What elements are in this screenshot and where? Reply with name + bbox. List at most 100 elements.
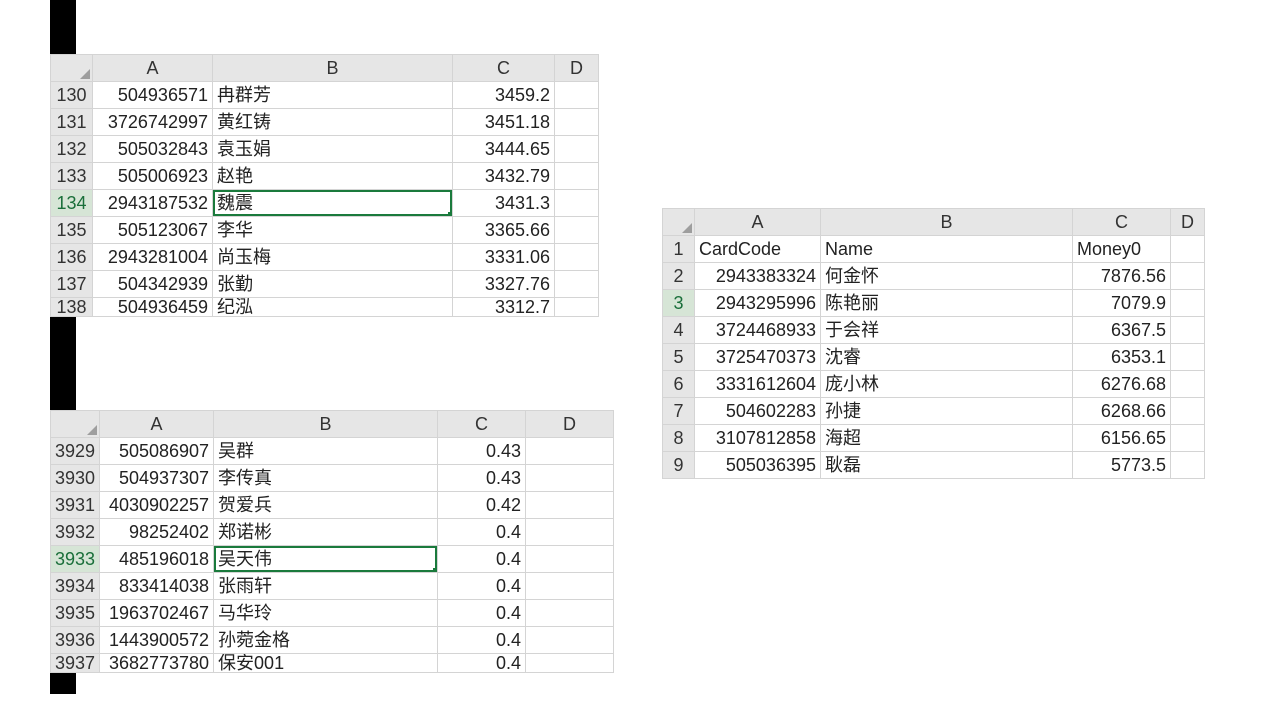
- table-row[interactable]: 9505036395耿磊5773.5: [663, 452, 1205, 479]
- cell-C[interactable]: 6353.1: [1073, 344, 1171, 371]
- cell-D[interactable]: [526, 573, 614, 600]
- cell-C[interactable]: 6156.65: [1073, 425, 1171, 452]
- col-header-D[interactable]: D: [555, 55, 599, 82]
- cell-C[interactable]: 3365.66: [453, 217, 555, 244]
- cell-A[interactable]: 504342939: [93, 271, 213, 298]
- cell-B[interactable]: 张勤: [213, 271, 453, 298]
- cell-A[interactable]: 505086907: [100, 438, 214, 465]
- cell-D[interactable]: [526, 438, 614, 465]
- cell-C[interactable]: 0.43: [438, 438, 526, 465]
- cell-B[interactable]: 魏震: [213, 190, 453, 217]
- table-row[interactable]: 63331612604庞小林6276.68: [663, 371, 1205, 398]
- cell-D[interactable]: [555, 217, 599, 244]
- row-header[interactable]: 136: [51, 244, 93, 271]
- cell-A[interactable]: 3726742997: [93, 109, 213, 136]
- column-header-row[interactable]: A B C D: [51, 411, 614, 438]
- table-row[interactable]: 135505123067李华3365.66: [51, 217, 599, 244]
- cell-A[interactable]: 2943281004: [93, 244, 213, 271]
- cell-A[interactable]: 505006923: [93, 163, 213, 190]
- table-row[interactable]: 83107812858海超6156.65: [663, 425, 1205, 452]
- col-header-A[interactable]: A: [93, 55, 213, 82]
- col-header-A[interactable]: A: [100, 411, 214, 438]
- cell-C[interactable]: 3444.65: [453, 136, 555, 163]
- row-header[interactable]: 135: [51, 217, 93, 244]
- row-header[interactable]: 137: [51, 271, 93, 298]
- cell-D[interactable]: [1171, 236, 1205, 263]
- cell-B[interactable]: 于会祥: [821, 317, 1073, 344]
- col-header-B[interactable]: B: [821, 209, 1073, 236]
- table-row[interactable]: 32943295996陈艳丽7079.9: [663, 290, 1205, 317]
- cell-B[interactable]: 冉群芳: [213, 82, 453, 109]
- table-row[interactable]: 133505006923赵艳3432.79: [51, 163, 599, 190]
- spreadsheet-3[interactable]: A B C D 1CardCodeNameMoney022943383324何金…: [662, 208, 1205, 479]
- cell-D[interactable]: [1171, 317, 1205, 344]
- cell-A[interactable]: 3724468933: [695, 317, 821, 344]
- cell-C[interactable]: 0.4: [438, 654, 526, 673]
- column-header-row[interactable]: A B C D: [663, 209, 1205, 236]
- table-row[interactable]: 137504342939张勤3327.76: [51, 271, 599, 298]
- cell-B[interactable]: 耿磊: [821, 452, 1073, 479]
- table-row[interactable]: 132505032843袁玉娟3444.65: [51, 136, 599, 163]
- select-all-corner[interactable]: [663, 209, 695, 236]
- row-header[interactable]: 132: [51, 136, 93, 163]
- col-header-B[interactable]: B: [214, 411, 438, 438]
- cell-B[interactable]: Name: [821, 236, 1073, 263]
- row-header[interactable]: 3935: [51, 600, 100, 627]
- cell-C[interactable]: 0.43: [438, 465, 526, 492]
- cell-B[interactable]: 何金怀: [821, 263, 1073, 290]
- table-row[interactable]: 1CardCodeNameMoney0: [663, 236, 1205, 263]
- row-header[interactable]: 130: [51, 82, 93, 109]
- column-header-row[interactable]: A B C D: [51, 55, 599, 82]
- cell-B[interactable]: 郑诺彬: [214, 519, 438, 546]
- cell-A[interactable]: 504937307: [100, 465, 214, 492]
- row-header[interactable]: 3936: [51, 627, 100, 654]
- cell-D[interactable]: [555, 244, 599, 271]
- cell-C[interactable]: Money0: [1073, 236, 1171, 263]
- cell-A[interactable]: 1963702467: [100, 600, 214, 627]
- cell-D[interactable]: [555, 136, 599, 163]
- cell-D[interactable]: [1171, 263, 1205, 290]
- cell-C[interactable]: 0.42: [438, 492, 526, 519]
- cell-C[interactable]: 5773.5: [1073, 452, 1171, 479]
- cell-A[interactable]: 3682773780: [100, 654, 214, 673]
- row-header[interactable]: 3929: [51, 438, 100, 465]
- cell-A[interactable]: 504936571: [93, 82, 213, 109]
- spreadsheet-2[interactable]: A B C D 3929505086907吴群0.433930504937307…: [50, 410, 614, 673]
- table-row[interactable]: 3929505086907吴群0.43: [51, 438, 614, 465]
- cell-C[interactable]: 3451.18: [453, 109, 555, 136]
- col-header-A[interactable]: A: [695, 209, 821, 236]
- cell-C[interactable]: 6276.68: [1073, 371, 1171, 398]
- table-row[interactable]: 43724468933于会祥6367.5: [663, 317, 1205, 344]
- table-row[interactable]: 7504602283孙捷6268.66: [663, 398, 1205, 425]
- cell-B[interactable]: 贺爱兵: [214, 492, 438, 519]
- cell-D[interactable]: [526, 492, 614, 519]
- cell-C[interactable]: 3312.7: [453, 298, 555, 317]
- row-header[interactable]: 3933: [51, 546, 100, 573]
- select-all-corner[interactable]: [51, 411, 100, 438]
- row-header[interactable]: 138: [51, 298, 93, 317]
- row-header[interactable]: 8: [663, 425, 695, 452]
- cell-A[interactable]: 3331612604: [695, 371, 821, 398]
- table-row[interactable]: 3930504937307李传真0.43: [51, 465, 614, 492]
- cell-C[interactable]: 0.4: [438, 519, 526, 546]
- cell-B[interactable]: 保安001: [214, 654, 438, 673]
- cell-D[interactable]: [555, 190, 599, 217]
- cell-D[interactable]: [526, 627, 614, 654]
- cell-A[interactable]: 504936459: [93, 298, 213, 317]
- cell-B[interactable]: 陈艳丽: [821, 290, 1073, 317]
- cell-A[interactable]: 1443900572: [100, 627, 214, 654]
- table-row[interactable]: 1342943187532魏震3431.3: [51, 190, 599, 217]
- cell-C[interactable]: 0.4: [438, 573, 526, 600]
- cell-B[interactable]: 海超: [821, 425, 1073, 452]
- select-all-corner[interactable]: [51, 55, 93, 82]
- col-header-D[interactable]: D: [1171, 209, 1205, 236]
- row-header[interactable]: 3930: [51, 465, 100, 492]
- cell-A[interactable]: 505123067: [93, 217, 213, 244]
- cell-D[interactable]: [526, 546, 614, 573]
- cell-D[interactable]: [555, 109, 599, 136]
- cell-D[interactable]: [1171, 452, 1205, 479]
- cell-B[interactable]: 赵艳: [213, 163, 453, 190]
- cell-D[interactable]: [1171, 398, 1205, 425]
- cell-D[interactable]: [1171, 425, 1205, 452]
- cell-D[interactable]: [1171, 344, 1205, 371]
